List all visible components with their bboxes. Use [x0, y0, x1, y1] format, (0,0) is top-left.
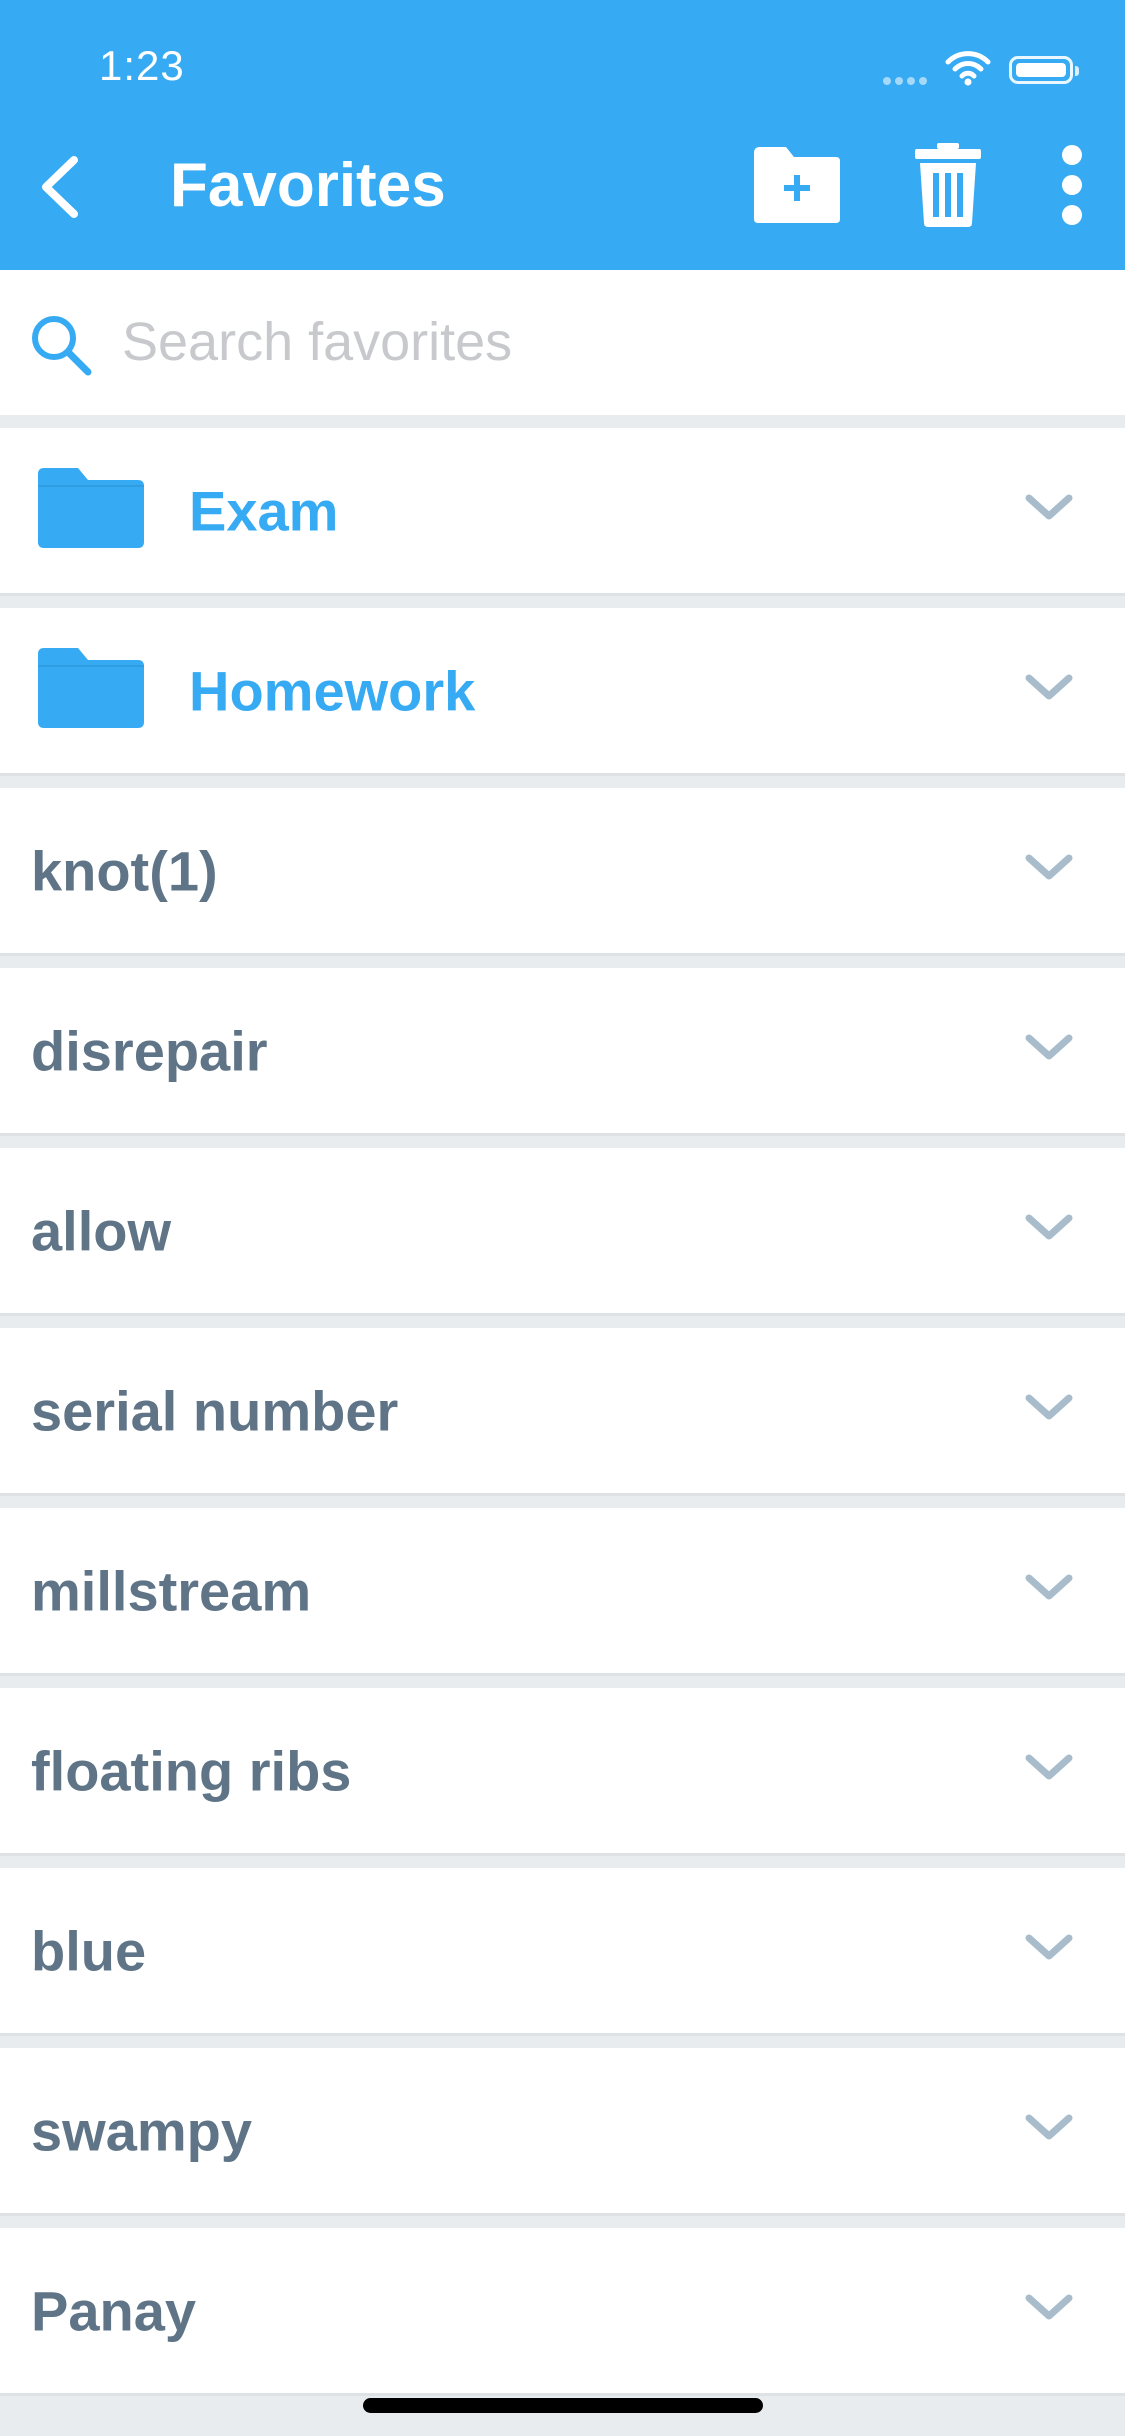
status-time: 1:23	[99, 42, 185, 89]
list-item[interactable]: swampy	[0, 2048, 1125, 2213]
app-screen: 1:23 Favorites Search favorites Exam Hom…	[0, 0, 1125, 2436]
list-item[interactable]: knot(1)	[0, 788, 1125, 953]
page-title: Favorites	[170, 151, 446, 220]
chevron-down-icon[interactable]	[1023, 852, 1075, 884]
folder-icon	[38, 648, 144, 728]
folder-label: Exam	[189, 479, 339, 542]
list-item-label: blue	[31, 1919, 147, 1982]
folder-row[interactable]: Homework	[0, 608, 1125, 773]
list-item-label: millstream	[31, 1559, 312, 1622]
header: 1:23 Favorites	[0, 0, 1125, 270]
list-item-label: floating ribs	[31, 1739, 352, 1802]
chevron-down-icon[interactable]	[1023, 1032, 1075, 1064]
back-button[interactable]	[34, 152, 88, 222]
wifi-icon	[945, 51, 991, 86]
list-item-label: disrepair	[31, 1019, 268, 1082]
home-indicator	[363, 2398, 763, 2413]
battery-icon	[1009, 56, 1079, 84]
folder-icon	[38, 468, 144, 548]
search-bar	[0, 270, 1125, 415]
list-item-label: swampy	[31, 2099, 252, 2162]
chevron-down-icon[interactable]	[1023, 1572, 1075, 1604]
list-item-label: Panay	[31, 2279, 196, 2342]
list-item[interactable]: blue	[0, 1868, 1125, 2033]
list-item[interactable]: millstream	[0, 1508, 1125, 1673]
list-item-label: knot(1)	[31, 839, 218, 902]
list-item[interactable]: serial number	[0, 1328, 1125, 1493]
more-vertical-icon[interactable]	[1052, 143, 1092, 227]
search-icon	[32, 316, 92, 376]
chevron-down-icon[interactable]	[1023, 492, 1075, 524]
chevron-down-icon[interactable]	[1023, 1212, 1075, 1244]
chevron-down-icon[interactable]	[1023, 2292, 1075, 2324]
cellular-signal-icon	[883, 72, 933, 85]
chevron-down-icon[interactable]	[1023, 672, 1075, 704]
chevron-down-icon[interactable]	[1023, 1752, 1075, 1784]
list-item-label: allow	[31, 1199, 172, 1262]
trash-icon[interactable]	[915, 143, 981, 227]
search-input[interactable]	[122, 300, 1082, 384]
chevron-down-icon[interactable]	[1023, 1932, 1075, 1964]
folder-row[interactable]: Exam	[0, 428, 1125, 593]
folder-label: Homework	[189, 659, 476, 722]
favorites-list: Exam Homework knot(1) disrepair allow serial …	[0, 428, 1125, 2408]
add-folder-button[interactable]	[752, 143, 842, 225]
list-item[interactable]: Panay	[0, 2228, 1125, 2393]
chevron-down-icon[interactable]	[1023, 1392, 1075, 1424]
list-item[interactable]: disrepair	[0, 968, 1125, 1133]
chevron-down-icon[interactable]	[1023, 2112, 1075, 2144]
list-item-label: serial number	[31, 1379, 399, 1442]
list-item[interactable]: floating ribs	[0, 1688, 1125, 1853]
list-item[interactable]: allow	[0, 1148, 1125, 1313]
